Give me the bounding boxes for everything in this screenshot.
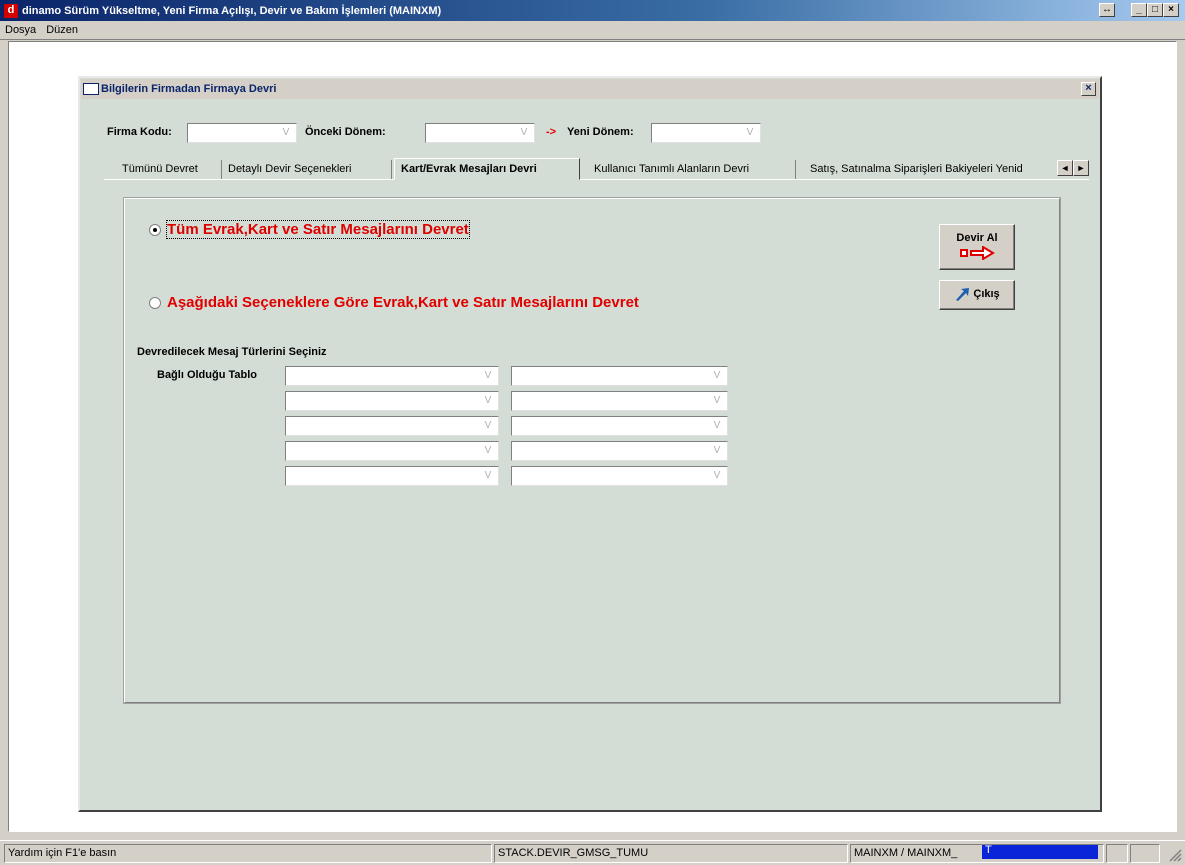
radio-tum-mesajlar[interactable]: Tüm Evrak,Kart ve Satır Mesajlarını Devr… xyxy=(149,220,470,239)
status-progress-bar xyxy=(982,845,1098,859)
resize-arrows-icon[interactable]: ↔ xyxy=(1099,3,1115,17)
menubar: Dosya Düzen xyxy=(0,21,1185,40)
resize-grip-icon[interactable] xyxy=(1169,849,1182,862)
chevron-down-icon[interactable]: V xyxy=(480,468,496,484)
tab-scroll-buttons: ◄ ► xyxy=(1057,160,1089,176)
devir-al-label: Devir Al xyxy=(956,232,998,244)
menu-duzen[interactable]: Düzen xyxy=(41,24,83,36)
mesaj-turu-combo[interactable]: V xyxy=(285,391,499,411)
bagli-tablo-label: Bağlı Olduğu Tablo xyxy=(157,369,258,381)
chevron-down-icon[interactable]: V xyxy=(480,443,496,459)
status-progress-text: T xyxy=(985,844,992,856)
section-title: Devredilecek Mesaj Türlerini Seçiniz xyxy=(137,346,327,358)
chevron-down-icon[interactable]: V xyxy=(742,125,758,141)
arrow-indicator: -> xyxy=(546,126,557,138)
mesaj-turu-combo[interactable]: V xyxy=(285,416,499,436)
close-button[interactable]: × xyxy=(1163,3,1179,17)
status-help: Yardım için F1'e basın xyxy=(4,844,492,863)
app-titlebar: d dinamo Sürüm Yükseltme, Yeni Firma Açı… xyxy=(0,0,1185,21)
cikis-button[interactable]: Çıkış xyxy=(939,280,1015,310)
tab-panel: Tüm Evrak,Kart ve Satır Mesajlarını Devr… xyxy=(123,197,1061,704)
dialog-close-button[interactable]: × xyxy=(1081,82,1096,96)
radio-secenekler[interactable]: Aşağıdaki Seçeneklere Göre Evrak,Kart ve… xyxy=(149,294,639,311)
chevron-down-icon[interactable]: V xyxy=(709,393,725,409)
dinamo-app-icon: d xyxy=(4,3,18,18)
mesaj-turu-combo[interactable]: V xyxy=(511,416,728,436)
yeni-donem-label: Yeni Dönem: xyxy=(567,126,634,138)
mesaj-turu-combo[interactable]: V xyxy=(285,441,499,461)
mesaj-turu-combo[interactable]: V xyxy=(285,366,499,386)
chevron-down-icon[interactable]: V xyxy=(480,393,496,409)
dialog-title: Bilgilerin Firmadan Firmaya Devri xyxy=(101,83,277,95)
chevron-down-icon[interactable]: V xyxy=(278,125,294,141)
minimize-button[interactable]: _ xyxy=(1131,3,1147,17)
window-controls: ↔ _ □ × xyxy=(1099,3,1179,17)
chevron-down-icon[interactable]: V xyxy=(709,368,725,384)
tab-detayli-devir[interactable]: Detaylı Devir Seçenekleri xyxy=(222,160,392,180)
onceki-donem-combo[interactable]: V xyxy=(425,123,535,143)
radio-secenekler-label[interactable]: Aşağıdaki Seçeneklere Göre Evrak,Kart ve… xyxy=(167,294,639,311)
mesaj-turu-combo[interactable]: V xyxy=(511,466,728,486)
chevron-down-icon[interactable]: V xyxy=(709,468,725,484)
radio-button-selected[interactable] xyxy=(149,223,161,236)
mesaj-turu-combo[interactable]: V xyxy=(511,441,728,461)
tab-siparis-bakiyeleri[interactable]: Satış, Satınalma Siparişleri Bakiyeleri … xyxy=(804,160,1050,180)
status-pane-empty xyxy=(1106,844,1128,863)
cikis-label: Çıkış xyxy=(973,288,1000,300)
tab-strip: Tümünü Devret Detaylı Devir Seçenekleri … xyxy=(104,158,1089,180)
devir-al-button[interactable]: Devir Al xyxy=(939,224,1015,270)
tab-baseline xyxy=(104,179,1089,180)
firma-kodu-combo[interactable]: V xyxy=(187,123,297,143)
chevron-down-icon[interactable]: V xyxy=(480,418,496,434)
red-arrow-icon xyxy=(960,245,995,261)
devir-dialog: Bilgilerin Firmadan Firmaya Devri × Firm… xyxy=(78,76,1102,812)
onceki-donem-label: Önceki Dönem: xyxy=(305,126,386,138)
dialog-titlebar: Bilgilerin Firmadan Firmaya Devri × xyxy=(81,79,1099,99)
menu-dosya[interactable]: Dosya xyxy=(0,24,41,36)
tab-tumunu-devret[interactable]: Tümünü Devret xyxy=(116,160,222,180)
radio-tum-mesajlar-label[interactable]: Tüm Evrak,Kart ve Satır Mesajlarını Devr… xyxy=(166,220,470,239)
scroll-left-icon[interactable]: ◄ xyxy=(1057,160,1073,176)
chevron-down-icon[interactable]: V xyxy=(516,125,532,141)
app-title: dinamo Sürüm Yükseltme, Yeni Firma Açılı… xyxy=(22,4,442,17)
firma-kodu-label: Firma Kodu: xyxy=(107,126,172,138)
mesaj-turu-combo[interactable]: V xyxy=(511,391,728,411)
status-stack: STACK.DEVIR_GMSG_TUMU xyxy=(494,844,848,863)
scroll-right-icon[interactable]: ► xyxy=(1073,160,1089,176)
mesaj-turu-combo[interactable]: V xyxy=(285,466,499,486)
mesaj-turu-combo[interactable]: V xyxy=(511,366,728,386)
chevron-down-icon[interactable]: V xyxy=(709,418,725,434)
tab-kart-evrak-mesajlari[interactable]: Kart/Evrak Mesajları Devri xyxy=(394,158,580,180)
yeni-donem-combo[interactable]: V xyxy=(651,123,761,143)
radio-button[interactable] xyxy=(149,296,161,309)
maximize-button[interactable]: □ xyxy=(1147,3,1163,17)
chevron-down-icon[interactable]: V xyxy=(480,368,496,384)
window-icon xyxy=(83,83,99,95)
chevron-down-icon[interactable]: V xyxy=(709,443,725,459)
exit-arrow-icon xyxy=(956,288,970,302)
tab-kullanici-tanimli-alanlar[interactable]: Kullanıcı Tanımlı Alanların Devri xyxy=(588,160,796,180)
status-pane-empty xyxy=(1130,844,1160,863)
